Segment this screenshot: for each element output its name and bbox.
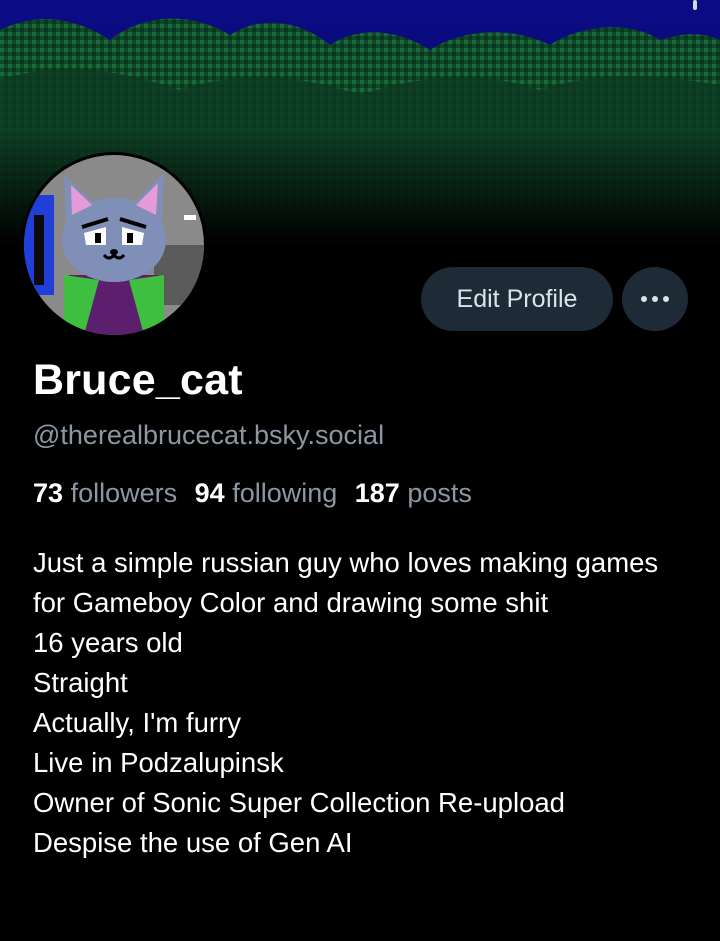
followers-link[interactable]: 73 followers	[33, 478, 177, 508]
scroll-indicator	[693, 0, 697, 10]
more-options-button[interactable]	[622, 267, 688, 331]
cat-avatar-image	[24, 155, 204, 335]
posts-label: posts	[407, 478, 472, 508]
followers-label: followers	[70, 478, 178, 508]
ellipsis-icon	[663, 296, 669, 302]
bio-line: Live in Podzalupinsk	[33, 747, 284, 778]
followers-count: 73	[33, 478, 64, 508]
bio-line: Despise the use of Gen AI	[33, 827, 353, 858]
following-count: 94	[194, 478, 225, 508]
profile-bio: Just a simple russian guy who loves maki…	[33, 543, 693, 863]
bio-line: Just a simple russian guy who loves maki…	[33, 547, 659, 618]
bio-line: 16 years old	[33, 627, 183, 658]
posts-count: 187	[354, 478, 400, 508]
profile-handle: @therealbrucecat.bsky.social	[33, 420, 385, 450]
display-name: Bruce_cat	[33, 356, 243, 404]
bio-line: Straight	[33, 667, 128, 698]
ellipsis-icon	[641, 296, 647, 302]
following-link[interactable]: 94 following	[195, 478, 338, 508]
posts-stat: 187 posts	[355, 478, 472, 508]
edit-profile-label: Edit Profile	[456, 285, 578, 313]
following-label: following	[232, 478, 338, 508]
profile-stats: 73 followers 94 following 187 posts	[33, 478, 472, 509]
avatar[interactable]	[21, 152, 207, 338]
bio-line: Owner of Sonic Super Collection Re-uploa…	[33, 787, 565, 818]
bio-line: Actually, I'm furry	[33, 707, 241, 738]
edit-profile-button[interactable]: Edit Profile	[421, 267, 613, 331]
ellipsis-icon	[652, 296, 658, 302]
